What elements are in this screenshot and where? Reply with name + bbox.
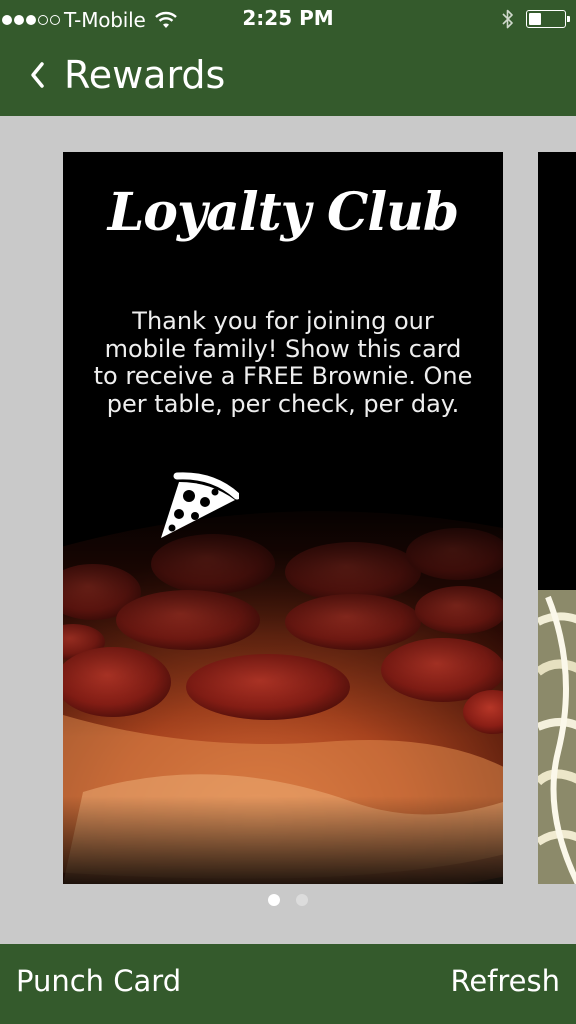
page-title: Rewards bbox=[64, 53, 226, 97]
reward-card[interactable]: Loyalty Club Thank you for joining our m… bbox=[63, 152, 503, 884]
pizza-photo bbox=[63, 152, 503, 884]
app-header: T-Mobile 2:25 PM Rewards bbox=[0, 0, 576, 116]
bottom-toolbar: Punch Card Refresh bbox=[0, 944, 576, 1024]
card-message: Thank you for joining our mobile family!… bbox=[93, 307, 473, 418]
page-dot[interactable] bbox=[296, 894, 308, 906]
status-time: 2:25 PM bbox=[242, 6, 334, 30]
next-reward-card[interactable] bbox=[538, 152, 576, 884]
battery-level bbox=[529, 13, 541, 25]
refresh-button[interactable]: Refresh bbox=[450, 964, 560, 998]
battery-icon bbox=[526, 10, 570, 28]
pasta-photo bbox=[538, 152, 576, 884]
back-button[interactable]: Rewards bbox=[28, 50, 225, 100]
status-right bbox=[502, 8, 570, 30]
page-dot[interactable] bbox=[268, 894, 280, 906]
page-indicator[interactable] bbox=[0, 894, 576, 908]
punch-card-button[interactable]: Punch Card bbox=[16, 964, 181, 998]
card-title: Loyalty Club bbox=[107, 182, 460, 243]
battery-tip bbox=[567, 16, 570, 22]
navigation-bar: Rewards bbox=[0, 38, 576, 116]
bluetooth-icon bbox=[502, 9, 513, 29]
rewards-carousel[interactable]: Loyalty Club Thank you for joining our m… bbox=[0, 116, 576, 944]
chevron-left-icon bbox=[31, 62, 44, 88]
status-bar: T-Mobile 2:25 PM bbox=[0, 0, 576, 38]
pizza-slice-icon bbox=[161, 472, 239, 538]
